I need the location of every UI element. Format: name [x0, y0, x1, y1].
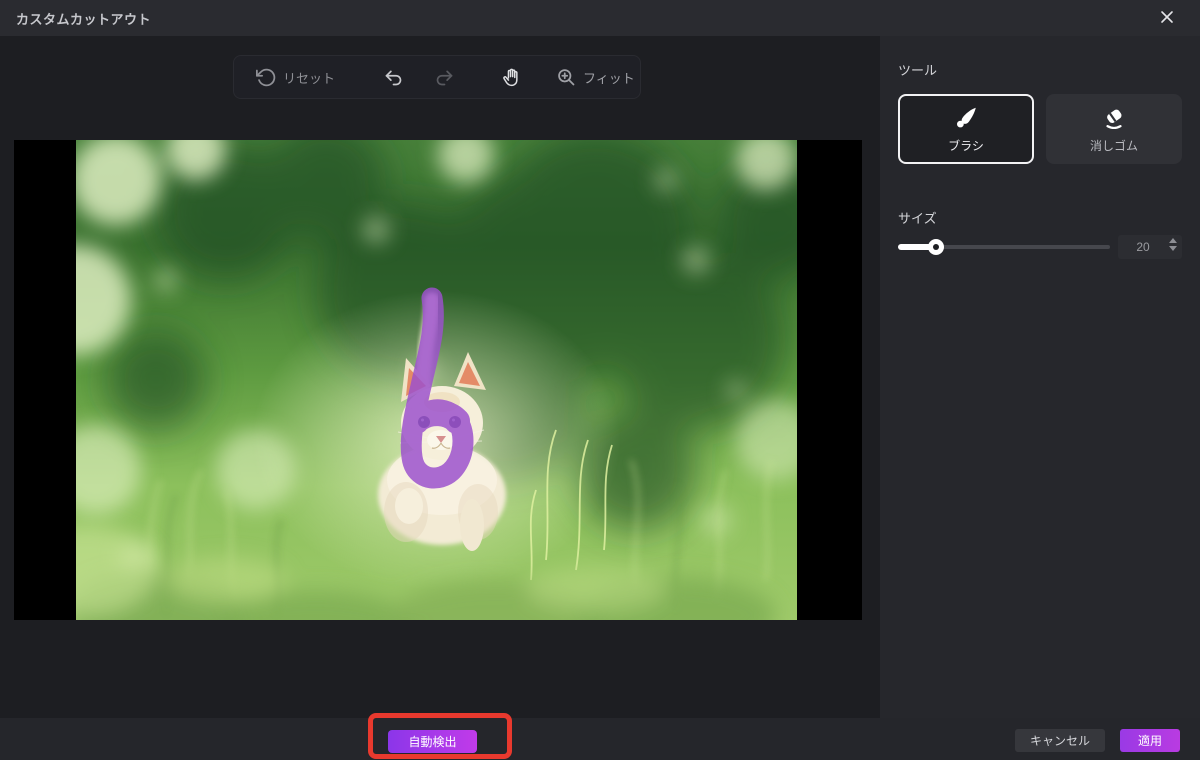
cancel-button[interactable]: キャンセル	[1015, 729, 1105, 752]
dialog-title: カスタムカットアウト	[16, 11, 152, 27]
hand-tool-button[interactable]	[499, 63, 524, 92]
eraser-icon	[1101, 105, 1127, 131]
size-section-label: サイズ	[898, 211, 937, 226]
apply-button[interactable]: 適用	[1120, 729, 1180, 752]
reset-label: リセット	[283, 70, 336, 86]
undo-icon	[383, 67, 404, 88]
tools-section-label: ツール	[898, 63, 938, 78]
reset-icon	[256, 67, 277, 88]
canvas-toolbar: リセット フィット	[233, 55, 641, 99]
fit-label: フィット	[583, 70, 635, 86]
eraser-label: 消しゴム	[1089, 138, 1138, 153]
hand-icon	[501, 67, 522, 88]
reset-button[interactable]: リセット	[254, 63, 337, 92]
brush-icon	[953, 105, 979, 131]
undo-button[interactable]	[381, 63, 406, 92]
custom-cutout-dialog: カスタムカットアウト リセット フィット ツール ブラシ 消しゴム サイズ 20…	[0, 0, 1200, 760]
redo-button[interactable]	[432, 63, 457, 92]
size-slider-handle[interactable]	[928, 239, 944, 255]
close-icon	[1159, 9, 1175, 28]
dialog-header: カスタムカットアウト	[0, 0, 1200, 36]
canvas-workspace: リセット フィット	[0, 36, 880, 760]
stepper-up-icon[interactable]	[1169, 238, 1177, 243]
brush-tool-button[interactable]: ブラシ	[898, 94, 1034, 164]
brush-label: ブラシ	[948, 138, 984, 153]
stepper-down-icon[interactable]	[1169, 246, 1177, 251]
edit-canvas[interactable]	[14, 140, 862, 620]
size-input-wrap	[1118, 235, 1182, 259]
eraser-tool-button[interactable]: 消しゴム	[1046, 94, 1182, 164]
cat-photo	[76, 140, 797, 620]
auto-detect-button[interactable]: 自動検出	[388, 730, 477, 753]
zoom-fit-button[interactable]: フィット	[554, 63, 637, 92]
size-slider-track[interactable]	[898, 239, 1110, 255]
size-slider-handle-dot	[933, 244, 939, 250]
close-button[interactable]	[1146, 0, 1188, 36]
tools-panel: ツール ブラシ 消しゴム サイズ 20	[880, 36, 1200, 760]
redo-icon	[434, 67, 455, 88]
dialog-footer: 自動検出 キャンセル 適用	[0, 713, 1200, 760]
zoom-fit-icon	[556, 67, 577, 88]
